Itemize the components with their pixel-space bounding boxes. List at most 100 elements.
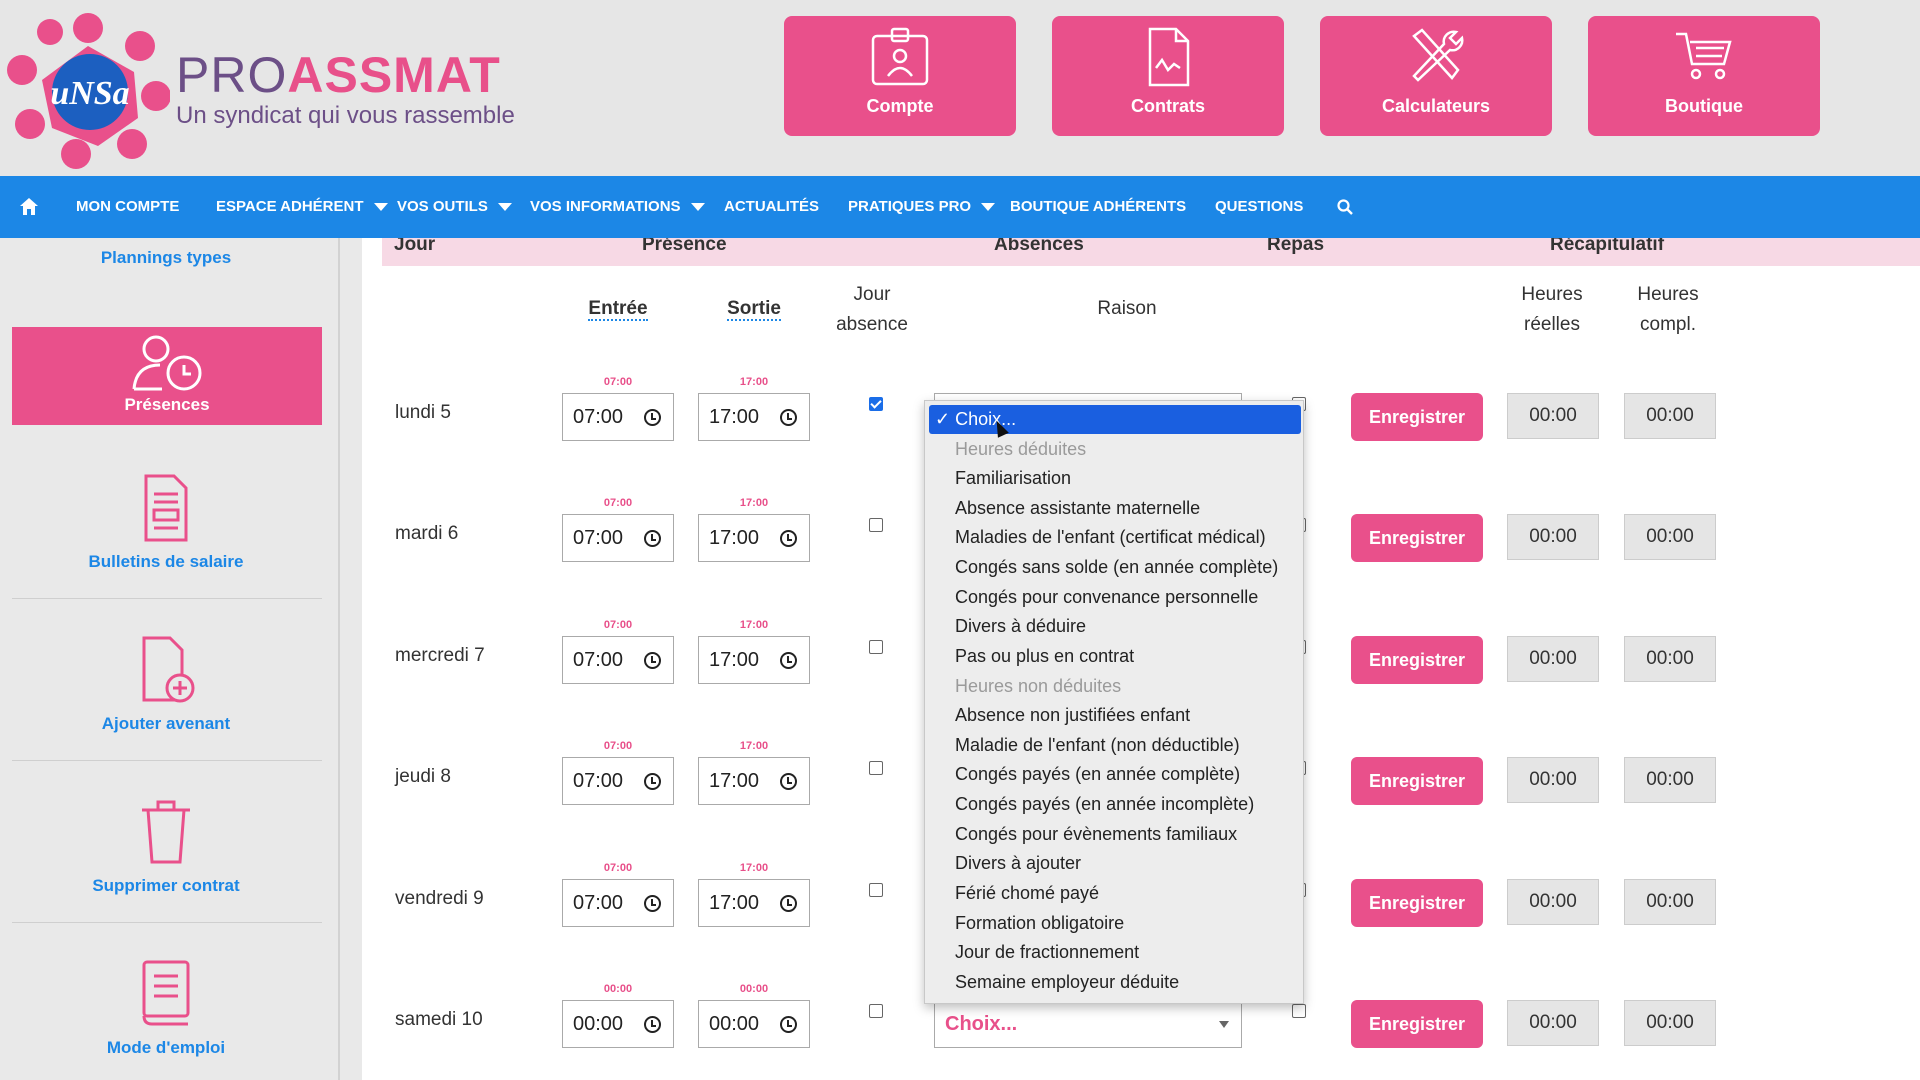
header-button-compte[interactable]: Compte	[784, 16, 1016, 136]
nav-questions[interactable]: QUESTIONS	[1215, 176, 1303, 238]
nav-pratiques-pro[interactable]: PRATIQUES PRO	[848, 176, 996, 238]
sidebar-item-mode-emploi[interactable]: Mode d'emploi	[12, 958, 320, 1058]
calendar-icon	[134, 238, 198, 240]
dropdown-option[interactable]: Congés pour convenance personnelle	[929, 583, 1301, 612]
brand-name: PROASSMAT	[176, 47, 501, 103]
jour-absence-checkbox[interactable]	[869, 640, 883, 654]
heures-compl-value: 00:00	[1624, 393, 1716, 439]
jour-absence-checkbox[interactable]	[869, 761, 883, 775]
sidebar-item-bulletins[interactable]: Bulletins de salaire	[12, 472, 320, 572]
dropdown-option[interactable]: Congés payés (en année incomplète)	[929, 790, 1301, 819]
sortie-time-input[interactable]: 00:00	[698, 1000, 810, 1048]
clock-icon[interactable]	[644, 895, 661, 912]
sidebar-divider	[12, 760, 322, 761]
dropdown-option[interactable]: Semaine employeur déduite	[929, 968, 1301, 997]
sidebar-item-ajouter-avenant[interactable]: Ajouter avenant	[12, 634, 320, 734]
sortie-time-input[interactable]: 17:00	[698, 393, 810, 441]
dropdown-option[interactable]: Congés sans solde (en année complète)	[929, 553, 1301, 582]
repas-checkbox[interactable]	[1292, 1004, 1306, 1018]
jour-absence-checkbox[interactable]	[869, 883, 883, 897]
entree-time-input[interactable]: 07:00	[562, 879, 674, 927]
entree-time-input[interactable]: 07:00	[562, 636, 674, 684]
save-button[interactable]: Enregistrer	[1351, 879, 1483, 927]
clock-icon[interactable]	[644, 1016, 661, 1033]
heures-compl-value: 00:00	[1624, 757, 1716, 803]
column-sortie[interactable]: Sortie	[698, 294, 810, 324]
clock-icon[interactable]	[644, 409, 661, 426]
dropdown-option[interactable]: Absence assistante maternelle	[929, 494, 1301, 523]
raison-select[interactable]: Choix...	[934, 1000, 1242, 1048]
sidebar-item-supprimer-contrat[interactable]: Supprimer contrat	[12, 796, 320, 896]
save-button[interactable]: Enregistrer	[1351, 1000, 1483, 1048]
row-day: samedi 10	[395, 1009, 483, 1030]
clock-icon[interactable]	[780, 895, 797, 912]
sortie-time-input[interactable]: 17:00	[698, 636, 810, 684]
entree-time-input[interactable]: 07:00	[562, 757, 674, 805]
home-icon[interactable]	[20, 198, 38, 215]
clock-icon[interactable]	[780, 652, 797, 669]
group-header-jour: Jour	[394, 238, 436, 255]
column-entree[interactable]: Entrée	[562, 294, 674, 324]
entree-time-input[interactable]: 07:00	[562, 514, 674, 562]
dropdown-arrow-icon	[1219, 1021, 1229, 1028]
dropdown-option[interactable]: Divers à déduire	[929, 612, 1301, 641]
row-day: mardi 6	[395, 523, 459, 544]
dropdown-option[interactable]: Pas ou plus en contrat	[929, 642, 1301, 671]
trash-icon	[142, 800, 190, 864]
tools-icon	[1412, 28, 1464, 82]
nav-actualites[interactable]: ACTUALITÉS	[724, 176, 819, 238]
add-document-icon	[142, 636, 195, 703]
dropdown-option[interactable]: Formation obligatoire	[929, 909, 1301, 938]
nav-vos-outils[interactable]: VOS OUTILS	[397, 176, 512, 238]
header-button-calculateurs[interactable]: Calculateurs	[1320, 16, 1552, 136]
dropdown-option-choix[interactable]: ✓ Choix...	[929, 405, 1301, 434]
nav-espace-adherent[interactable]: ESPACE ADHÉRENT	[216, 176, 388, 238]
save-button[interactable]: Enregistrer	[1351, 393, 1483, 441]
sortie-time-input[interactable]: 17:00	[698, 757, 810, 805]
dropdown-option[interactable]: Congés pour évènements familiaux	[929, 820, 1301, 849]
nav-mon-compte[interactable]: MON COMPTE	[76, 176, 179, 238]
heures-compl-value: 00:00	[1624, 1000, 1716, 1046]
jour-absence-checkbox[interactable]	[869, 518, 883, 532]
dropdown-option[interactable]: Férié chomé payé	[929, 879, 1301, 908]
jour-absence-checkbox[interactable]	[869, 1004, 883, 1018]
sortie-time-input[interactable]: 17:00	[698, 514, 810, 562]
save-button[interactable]: Enregistrer	[1351, 757, 1483, 805]
svg-text:uNSa: uNSa	[50, 75, 129, 112]
clock-icon[interactable]	[780, 530, 797, 547]
sidebar-item-plannings-types[interactable]: Plannings types	[12, 238, 320, 268]
clock-icon[interactable]	[780, 1016, 797, 1033]
dropdown-option[interactable]: Familiarisation	[929, 464, 1301, 493]
dropdown-option[interactable]: Divers à ajouter	[929, 849, 1301, 878]
entree-time-input[interactable]: 00:00	[562, 1000, 674, 1048]
dropdown-option[interactable]: Absence non justifiées enfant	[929, 701, 1301, 730]
dropdown-option[interactable]: Maladies de l'enfant (certificat médical…	[929, 523, 1301, 552]
jour-absence-checkbox[interactable]	[869, 397, 883, 411]
chevron-down-icon	[690, 203, 705, 212]
nav-boutique-adherents[interactable]: BOUTIQUE ADHÉRENTS	[1010, 176, 1186, 238]
entree-hint: 07:00	[603, 376, 633, 388]
dropdown-option[interactable]: Maladie de l'enfant (non déductible)	[929, 731, 1301, 760]
header-button-contrats[interactable]: Contrats	[1052, 16, 1284, 136]
entree-time-input[interactable]: 07:00	[562, 393, 674, 441]
clock-icon[interactable]	[644, 773, 661, 790]
clock-icon[interactable]	[780, 409, 797, 426]
dropdown-option[interactable]: Congés payés (en année complète)	[929, 760, 1301, 789]
dropdown-option[interactable]: Jour de fractionnement	[929, 938, 1301, 967]
sortie-time-input[interactable]: 17:00	[698, 879, 810, 927]
nav-vos-informations[interactable]: VOS INFORMATIONS	[530, 176, 705, 238]
sortie-hint: 17:00	[739, 497, 769, 509]
group-header-absences: Absences	[994, 238, 1084, 255]
main-nav: MON COMPTE ESPACE ADHÉRENT VOS OUTILS VO…	[0, 176, 1920, 238]
search-icon[interactable]	[1337, 199, 1353, 215]
save-button[interactable]: Enregistrer	[1351, 514, 1483, 562]
clock-icon[interactable]	[780, 773, 797, 790]
header-button-boutique[interactable]: Boutique	[1588, 16, 1820, 136]
contract-document-icon	[1148, 27, 1190, 87]
clock-icon[interactable]	[644, 530, 661, 547]
save-button[interactable]: Enregistrer	[1351, 636, 1483, 684]
unsa-logo[interactable]: uNSa	[6, 6, 170, 170]
sidebar-item-presences[interactable]: Présences	[12, 327, 322, 425]
sortie-hint: 17:00	[739, 740, 769, 752]
clock-icon[interactable]	[644, 652, 661, 669]
